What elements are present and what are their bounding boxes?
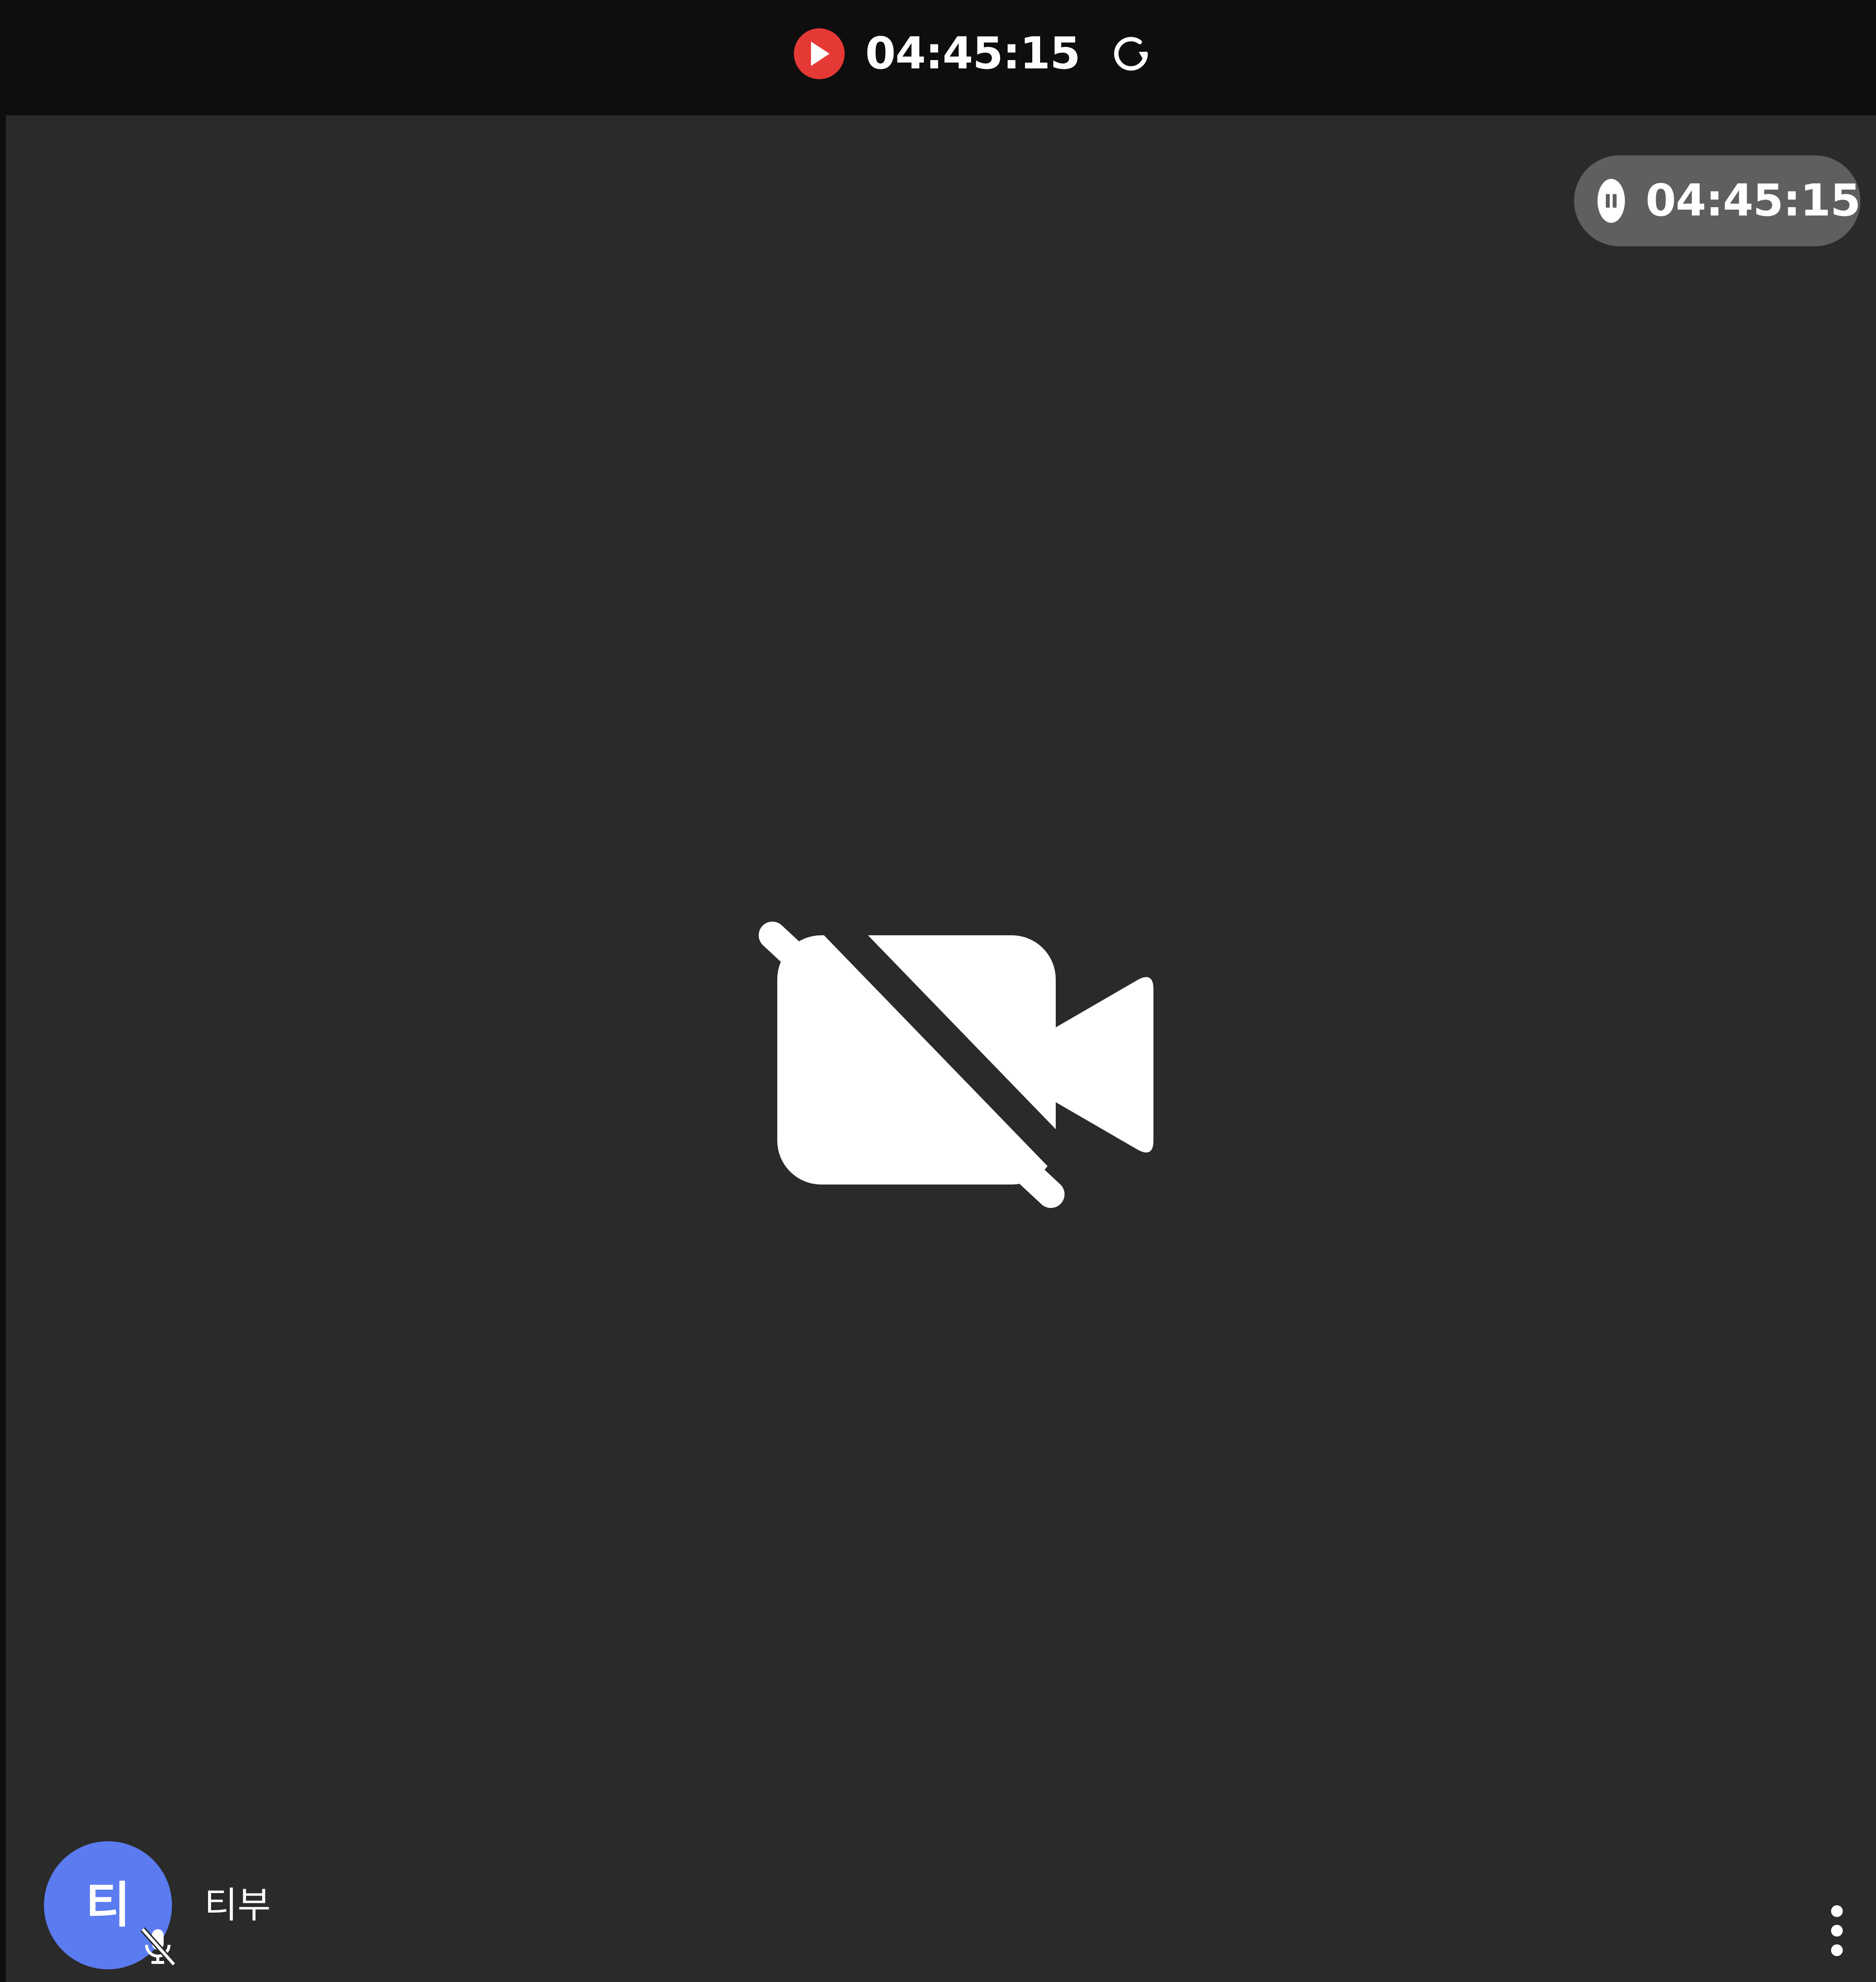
avatar-initial: 티 bbox=[85, 1876, 130, 1934]
refresh-button[interactable] bbox=[1106, 28, 1156, 79]
avatar: 티 bbox=[44, 1841, 176, 1969]
participant-video-tile: 04:45:15 티 티부 bbox=[6, 115, 1876, 1982]
mic-off-icon bbox=[140, 1927, 176, 1966]
refresh-icon bbox=[1114, 37, 1148, 71]
top-bar: 04:45:15 bbox=[0, 0, 1876, 115]
more-vertical-icon bbox=[1831, 1905, 1843, 1956]
participant-info: 티 티부 bbox=[44, 1841, 271, 1969]
pause-button[interactable] bbox=[1598, 179, 1625, 223]
more-options-button[interactable] bbox=[1822, 1894, 1852, 1967]
record-play-icon bbox=[811, 42, 830, 66]
elapsed-time: 04:45:15 bbox=[865, 28, 1081, 79]
camera-off-icon bbox=[759, 922, 1153, 1208]
record-button[interactable] bbox=[794, 28, 845, 79]
pause-icon bbox=[1606, 194, 1617, 208]
participant-name: 티부 bbox=[204, 1884, 271, 1926]
recording-controls: 04:45:15 bbox=[794, 27, 1156, 81]
pill-elapsed-time: 04:45:15 bbox=[1645, 175, 1861, 226]
recording-timer-pill: 04:45:15 bbox=[1574, 155, 1861, 246]
